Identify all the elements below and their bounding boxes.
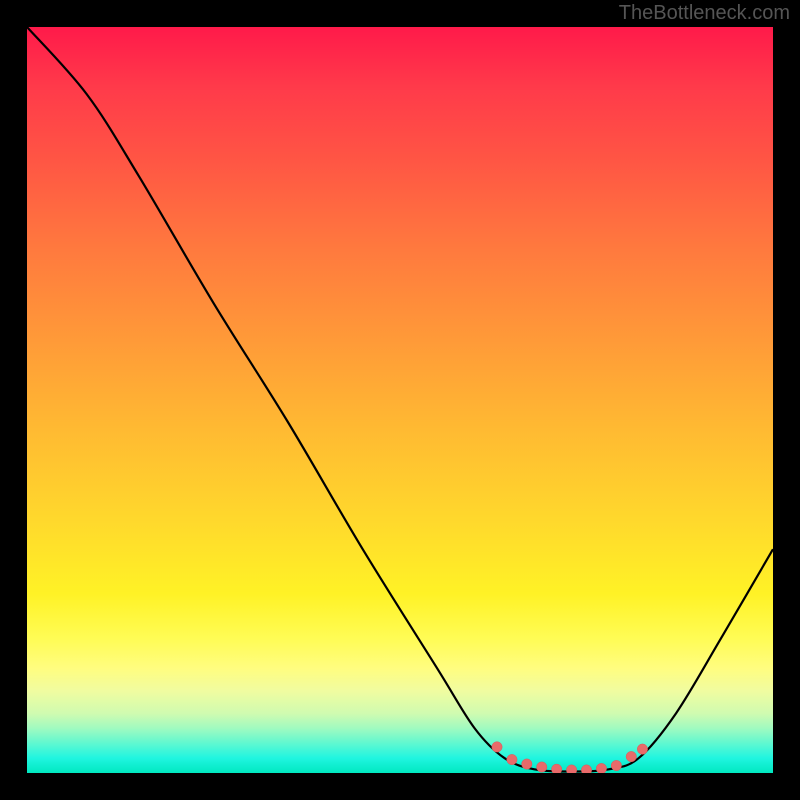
main-curve	[27, 27, 773, 772]
marker-dot	[637, 744, 647, 754]
watermark-text: TheBottleneck.com	[619, 2, 790, 25]
marker-dot	[522, 759, 532, 769]
marker-dot	[581, 765, 591, 773]
marker-group	[492, 742, 648, 773]
marker-dot	[626, 751, 636, 761]
chart-svg	[27, 27, 773, 773]
marker-dot	[596, 763, 606, 773]
marker-dot	[566, 765, 576, 773]
marker-dot	[537, 762, 547, 772]
marker-dot	[507, 754, 517, 764]
plot-area	[27, 27, 773, 773]
marker-dot	[492, 742, 502, 752]
marker-dot	[551, 764, 561, 773]
marker-dot	[611, 760, 621, 770]
curve-group	[27, 27, 773, 773]
